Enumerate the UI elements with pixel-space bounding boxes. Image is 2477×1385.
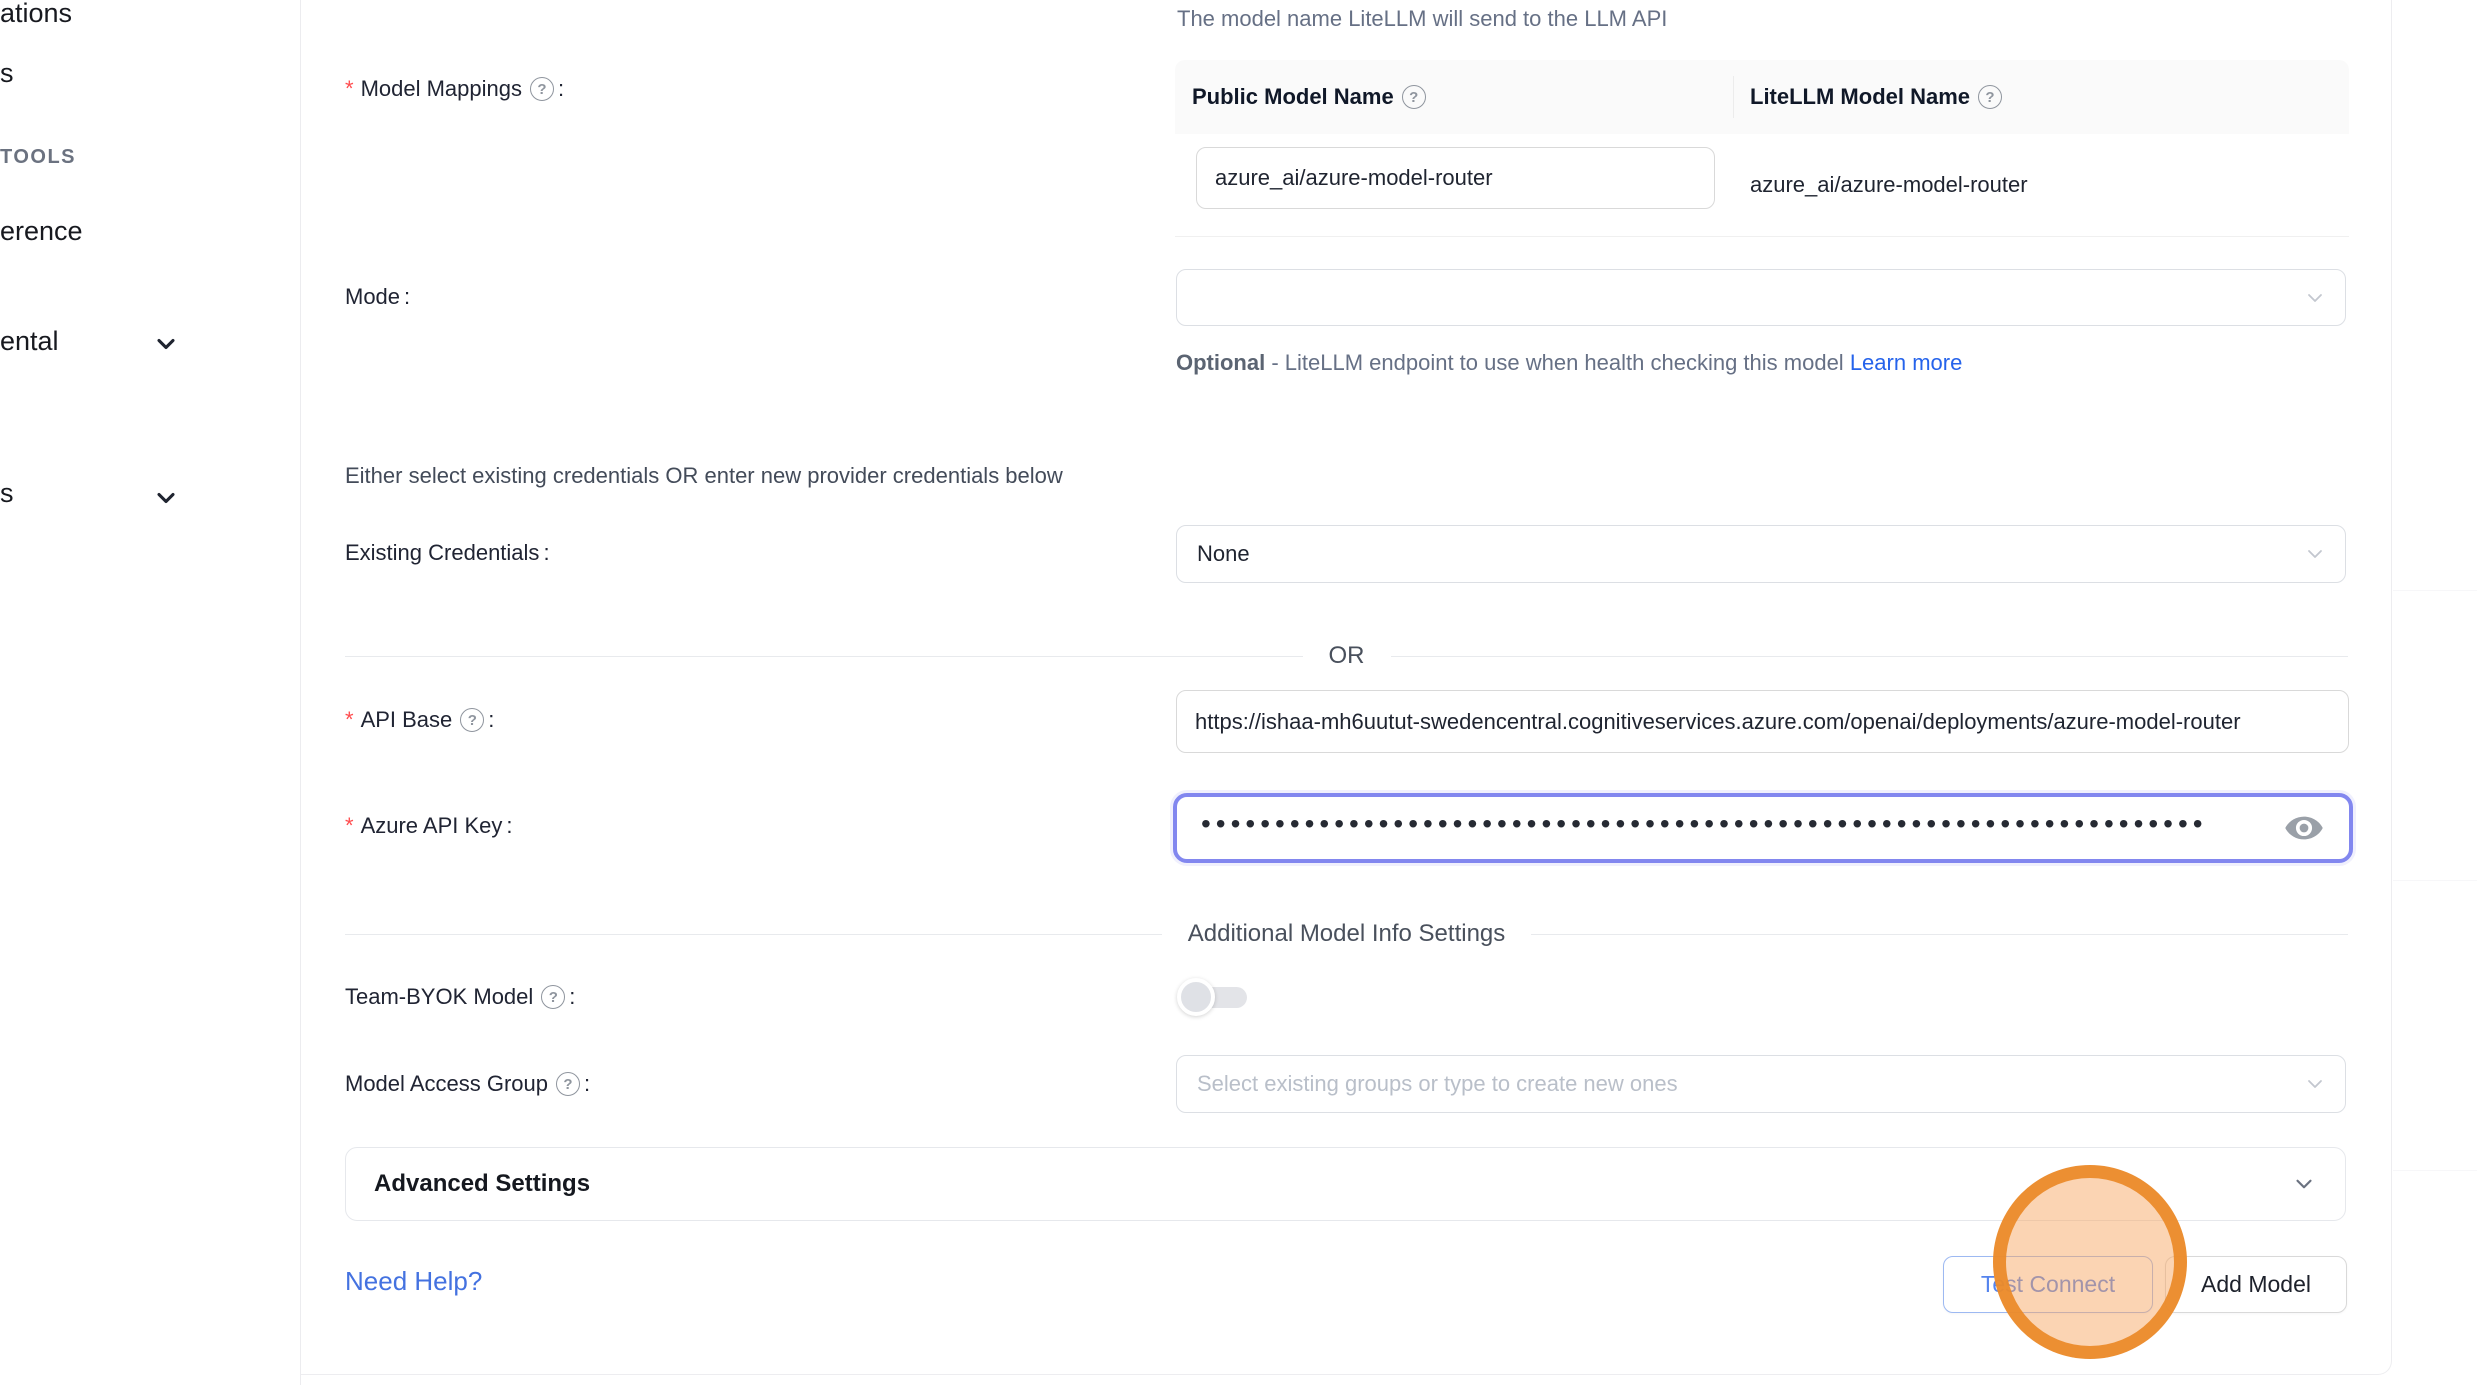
help-question-icon[interactable]: ? bbox=[1978, 85, 2002, 109]
mode-select[interactable] bbox=[1176, 269, 2346, 326]
column-separator bbox=[1733, 76, 1734, 118]
help-question-icon[interactable]: ? bbox=[541, 985, 565, 1009]
need-help-link[interactable]: Need Help? bbox=[345, 1266, 482, 1297]
model-name-hint: The model name LiteLLM will send to the … bbox=[1177, 6, 1667, 32]
sidebar-item-s1[interactable]: s bbox=[0, 58, 14, 89]
model-mappings-table: Public Model Name ? LiteLLM Model Name ?… bbox=[1175, 60, 2349, 237]
help-question-icon[interactable]: ? bbox=[460, 708, 484, 732]
model-mappings-label: * Model Mappings ? : bbox=[345, 76, 564, 102]
column-header-public-model-name: Public Model Name ? bbox=[1175, 84, 1733, 110]
advanced-settings-panel[interactable]: Advanced Settings bbox=[345, 1147, 2346, 1221]
add-model-button[interactable]: Add Model bbox=[2165, 1256, 2347, 1313]
or-divider: OR bbox=[345, 642, 2348, 670]
existing-credentials-label: Existing Credentials: bbox=[345, 540, 550, 566]
sidebar-item-ental[interactable]: ental bbox=[0, 326, 59, 357]
model-access-group-label: Model Access Group ? : bbox=[345, 1071, 590, 1097]
public-model-name-input[interactable] bbox=[1196, 147, 1715, 209]
chevron-down-icon bbox=[2303, 1072, 2327, 1096]
background-row-line bbox=[2393, 590, 2477, 591]
table-header: Public Model Name ? LiteLLM Model Name ? bbox=[1175, 60, 2349, 134]
toggle-knob bbox=[1177, 978, 1215, 1016]
required-asterisk: * bbox=[345, 707, 354, 733]
help-question-icon[interactable]: ? bbox=[1402, 85, 1426, 109]
credentials-hint: Either select existing credentials OR en… bbox=[345, 463, 1063, 489]
additional-settings-divider: Additional Model Info Settings bbox=[345, 920, 2348, 948]
sidebar-item-erence[interactable]: erence bbox=[0, 216, 83, 247]
add-model-form: The model name LiteLLM will send to the … bbox=[301, 0, 2392, 1375]
masked-password-value: ••••••••••••••••••••••••••••••••••••••••… bbox=[1201, 789, 2283, 859]
model-access-group-select[interactable]: Select existing groups or type to create… bbox=[1176, 1055, 2346, 1113]
chevron-down-icon bbox=[2303, 286, 2327, 310]
help-question-icon[interactable]: ? bbox=[530, 77, 554, 101]
team-byok-toggle[interactable] bbox=[1177, 974, 1247, 1020]
advanced-settings-title: Advanced Settings bbox=[374, 1170, 2291, 1198]
background-row-line bbox=[2393, 880, 2477, 881]
sidebar-item-s2[interactable]: s bbox=[0, 478, 14, 509]
required-asterisk: * bbox=[345, 813, 354, 839]
background-row-line bbox=[2393, 1170, 2477, 1171]
team-byok-label: Team-BYOK Model ? : bbox=[345, 984, 575, 1010]
api-base-input[interactable]: https://ishaa-mh6uutut-swedencentral.cog… bbox=[1176, 690, 2349, 753]
eye-icon[interactable] bbox=[2283, 807, 2325, 849]
azure-api-key-input[interactable]: ••••••••••••••••••••••••••••••••••••••••… bbox=[1173, 793, 2353, 863]
chevron-down-icon[interactable] bbox=[152, 484, 180, 512]
column-header-litellm-model-name: LiteLLM Model Name ? bbox=[1733, 84, 2002, 110]
required-asterisk: * bbox=[345, 76, 354, 102]
help-question-icon[interactable]: ? bbox=[556, 1072, 580, 1096]
chevron-down-icon bbox=[2291, 1171, 2317, 1197]
learn-more-link[interactable]: Learn more bbox=[1850, 350, 1963, 375]
litellm-model-name-value: azure_ai/azure-model-router bbox=[1750, 172, 2028, 198]
table-row: azure_ai/azure-model-router bbox=[1175, 134, 2349, 237]
azure-api-key-label: * Azure API Key: bbox=[345, 813, 513, 839]
chevron-down-icon bbox=[2303, 542, 2327, 566]
api-base-label: * API Base ? : bbox=[345, 707, 494, 733]
test-connect-button[interactable]: Test Connect bbox=[1943, 1256, 2153, 1313]
sidebar-item-ations[interactable]: ations bbox=[0, 0, 72, 29]
sidebar: ations s TOOLS erence ental s bbox=[0, 0, 301, 1385]
mode-help-text: Optional - LiteLLM endpoint to use when … bbox=[1176, 343, 2016, 382]
chevron-down-icon[interactable] bbox=[152, 330, 180, 358]
existing-credentials-select[interactable]: None bbox=[1176, 525, 2346, 583]
mode-label: Mode: bbox=[345, 284, 410, 310]
sidebar-section-tools: TOOLS bbox=[0, 146, 76, 169]
